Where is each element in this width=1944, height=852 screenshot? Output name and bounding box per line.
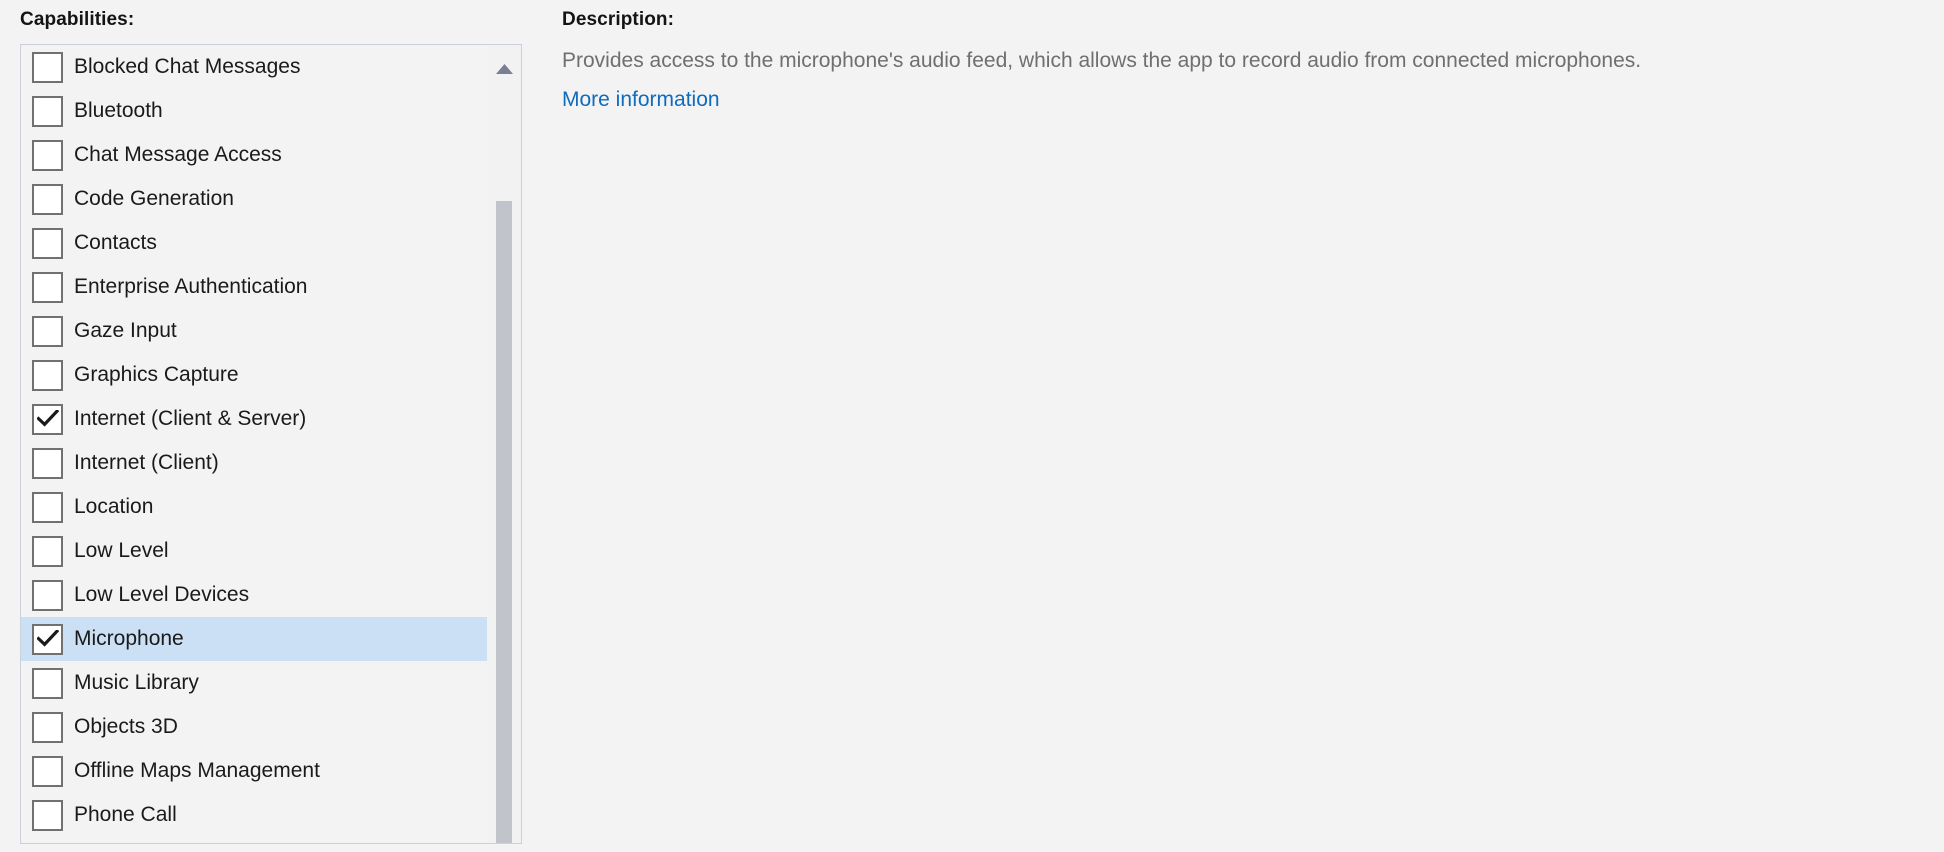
capability-checkbox[interactable] xyxy=(32,95,63,127)
capability-label: Internet (Client & Server) xyxy=(74,407,307,430)
capability-checkbox[interactable] xyxy=(32,51,63,83)
capability-checkbox[interactable] xyxy=(32,799,63,831)
capability-checkbox[interactable] xyxy=(32,227,63,259)
capability-label: Contacts xyxy=(74,231,157,254)
capability-checkbox[interactable] xyxy=(32,271,63,303)
description-heading: Description: xyxy=(562,9,675,30)
capability-checkbox[interactable] xyxy=(32,667,63,699)
capability-label: Internet (Client) xyxy=(74,451,219,474)
capability-label: Music Library xyxy=(74,671,199,694)
capability-label: Location xyxy=(74,495,154,518)
capability-label: Phone Call xyxy=(74,803,177,826)
capability-checkbox[interactable] xyxy=(32,359,63,391)
capability-label: Bluetooth xyxy=(74,99,163,122)
capability-row[interactable]: Contacts xyxy=(21,221,487,265)
capabilities-scrollbar[interactable] xyxy=(487,45,521,843)
capability-row[interactable]: Offline Maps Management xyxy=(21,749,487,793)
chevron-up-icon xyxy=(495,61,513,79)
capability-checkbox[interactable] xyxy=(32,315,63,347)
checkmark-icon xyxy=(34,626,61,653)
capability-label: Chat Message Access xyxy=(74,143,282,166)
capability-row[interactable]: Chat Message Access xyxy=(21,133,487,177)
capability-label: Low Level Devices xyxy=(74,583,250,606)
scroll-up-button[interactable] xyxy=(487,53,521,87)
capability-row[interactable]: Internet (Client & Server) xyxy=(21,397,487,441)
capabilities-section: Capabilities: Blocked Chat Messages Bluet… xyxy=(20,8,522,844)
capabilities-listbox[interactable]: Blocked Chat Messages Bluetooth Chat Messa… xyxy=(20,44,522,844)
capability-checkbox[interactable] xyxy=(32,623,63,655)
capability-label: Code Generation xyxy=(74,187,234,210)
capability-row[interactable]: Low Level Devices xyxy=(21,573,487,617)
capabilities-list[interactable]: Blocked Chat Messages Bluetooth Chat Messa… xyxy=(21,45,487,843)
capability-checkbox[interactable] xyxy=(32,755,63,787)
capability-label: Microphone xyxy=(74,627,184,650)
capability-checkbox[interactable] xyxy=(32,491,63,523)
capability-label: Graphics Capture xyxy=(74,363,239,386)
description-section: Description: Provides access to the micr… xyxy=(562,8,1692,114)
capability-row[interactable]: Internet (Client) xyxy=(21,441,487,485)
capability-row[interactable]: Location xyxy=(21,485,487,529)
capability-checkbox[interactable] xyxy=(32,139,63,171)
capability-row[interactable]: Enterprise Authentication xyxy=(21,265,487,309)
capability-row[interactable]: Bluetooth xyxy=(21,89,487,133)
description-body: Provides access to the microphone's audi… xyxy=(562,49,1642,72)
capability-row[interactable]: Code Generation xyxy=(21,177,487,221)
capability-row[interactable]: Microphone xyxy=(21,617,487,661)
capability-row[interactable]: Music Library xyxy=(21,661,487,705)
capability-label: Enterprise Authentication xyxy=(74,275,308,298)
capability-checkbox[interactable] xyxy=(32,403,63,435)
capability-label: Low Level xyxy=(74,539,169,562)
capability-label: Gaze Input xyxy=(74,319,177,342)
capability-label: Blocked Chat Messages xyxy=(74,55,301,78)
capability-checkbox[interactable] xyxy=(32,447,63,479)
capabilities-heading: Capabilities: xyxy=(20,9,135,30)
capability-row[interactable]: Gaze Input xyxy=(21,309,487,353)
checkmark-icon xyxy=(34,406,61,433)
capability-label: Offline Maps Management xyxy=(74,759,320,782)
scrollbar-thumb[interactable] xyxy=(496,201,512,843)
capability-row[interactable]: Objects 3D xyxy=(21,705,487,749)
capability-picker-pane: Capabilities: Blocked Chat Messages Bluet… xyxy=(0,0,1944,852)
capability-label: Objects 3D xyxy=(74,715,178,738)
capability-checkbox[interactable] xyxy=(32,183,63,215)
capability-checkbox[interactable] xyxy=(32,535,63,567)
capability-checkbox[interactable] xyxy=(32,579,63,611)
capability-row[interactable]: Low Level xyxy=(21,529,487,573)
capability-row[interactable]: Phone Call xyxy=(21,793,487,837)
more-information-link[interactable]: More information xyxy=(562,86,720,114)
capability-row[interactable]: Blocked Chat Messages xyxy=(21,45,487,89)
capability-checkbox[interactable] xyxy=(32,711,63,743)
capability-row[interactable]: Graphics Capture xyxy=(21,353,487,397)
